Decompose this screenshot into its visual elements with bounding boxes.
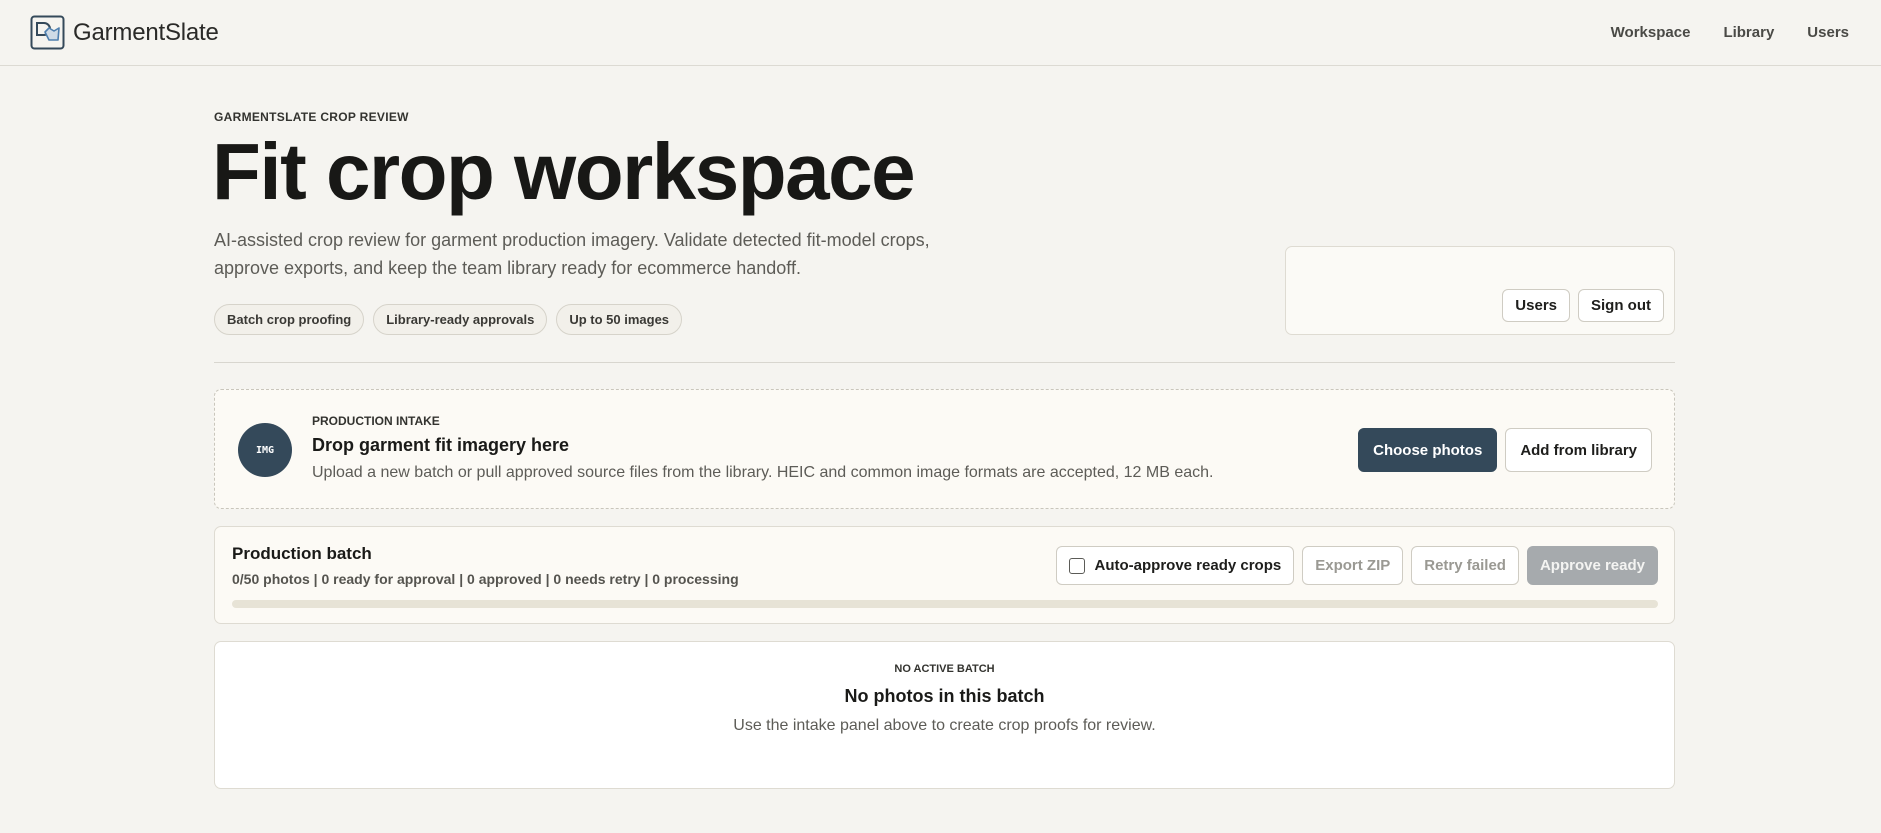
hero-description: AI-assisted crop review for garment prod… bbox=[214, 230, 930, 278]
brand-name: GarmentSlate bbox=[73, 18, 219, 46]
account-actions: Users Sign out bbox=[1502, 289, 1664, 322]
feature-pills: Batch crop proofing Library-ready approv… bbox=[214, 304, 683, 335]
empty-state-title: No photos in this batch bbox=[844, 686, 1045, 706]
batch-stats: 0/50 photos | 0 ready for approval | 0 a… bbox=[232, 571, 739, 587]
brand[interactable]: GarmentSlate bbox=[30, 15, 219, 50]
feature-pill-batch-proofing: Batch crop proofing bbox=[214, 304, 365, 335]
export-zip-button[interactable]: Export ZIP bbox=[1302, 546, 1404, 585]
nav-link-workspace[interactable]: Workspace bbox=[1611, 24, 1691, 41]
account-card: Users Sign out bbox=[1285, 246, 1675, 335]
auto-approve-label: Auto-approve ready crops bbox=[1094, 557, 1282, 574]
auto-approve-toggle[interactable]: Auto-approve ready crops bbox=[1055, 546, 1295, 585]
intake-dropzone[interactable]: IMG PRODUCTION INTAKE Drop garment fit i… bbox=[214, 389, 1675, 509]
intake-eyebrow: PRODUCTION INTAKE bbox=[312, 414, 440, 428]
image-badge-icon: IMG bbox=[238, 423, 292, 477]
batch-actions: Auto-approve ready crops Export ZIP Retr… bbox=[1055, 546, 1658, 585]
choose-photos-button[interactable]: Choose photos bbox=[1358, 428, 1498, 472]
sign-out-button[interactable]: Sign out bbox=[1578, 289, 1664, 322]
feature-pill-image-limit: Up to 50 images bbox=[556, 304, 683, 335]
hero-eyebrow: GARMENTSLATE CROP REVIEW bbox=[214, 110, 409, 124]
top-navigation-bar: GarmentSlate Workspace Library Users bbox=[0, 0, 1881, 66]
approve-ready-button[interactable]: Approve ready bbox=[1526, 546, 1658, 585]
add-from-library-button[interactable]: Add from library bbox=[1505, 428, 1652, 472]
section-divider bbox=[214, 362, 1675, 363]
auto-approve-checkbox[interactable] bbox=[1068, 557, 1085, 574]
batch-progress-bar bbox=[232, 600, 1658, 608]
empty-state-eyebrow: NO ACTIVE BATCH bbox=[894, 663, 995, 675]
intake-title: Drop garment fit imagery here bbox=[312, 435, 570, 455]
intake-actions: Choose photos Add from library bbox=[1358, 428, 1652, 472]
users-button[interactable]: Users bbox=[1502, 289, 1570, 322]
production-batch-panel: Production batch 0/50 photos | 0 ready f… bbox=[214, 526, 1675, 624]
nav-link-users[interactable]: Users bbox=[1807, 24, 1849, 41]
retry-failed-button[interactable]: Retry failed bbox=[1411, 546, 1519, 585]
empty-state-description: Use the intake panel above to create cro… bbox=[733, 717, 1156, 734]
feature-pill-library-approvals: Library-ready approvals bbox=[373, 304, 548, 335]
main-nav: Workspace Library Users bbox=[1611, 24, 1849, 41]
empty-batch-state: NO ACTIVE BATCH No photos in this batch … bbox=[214, 641, 1675, 789]
page-title: Fit crop workspace bbox=[212, 127, 916, 216]
batch-title: Production batch bbox=[232, 544, 372, 563]
nav-link-library[interactable]: Library bbox=[1723, 24, 1774, 41]
garment-logo-icon bbox=[30, 15, 65, 50]
intake-description: Upload a new batch or pull approved sour… bbox=[312, 464, 1214, 481]
